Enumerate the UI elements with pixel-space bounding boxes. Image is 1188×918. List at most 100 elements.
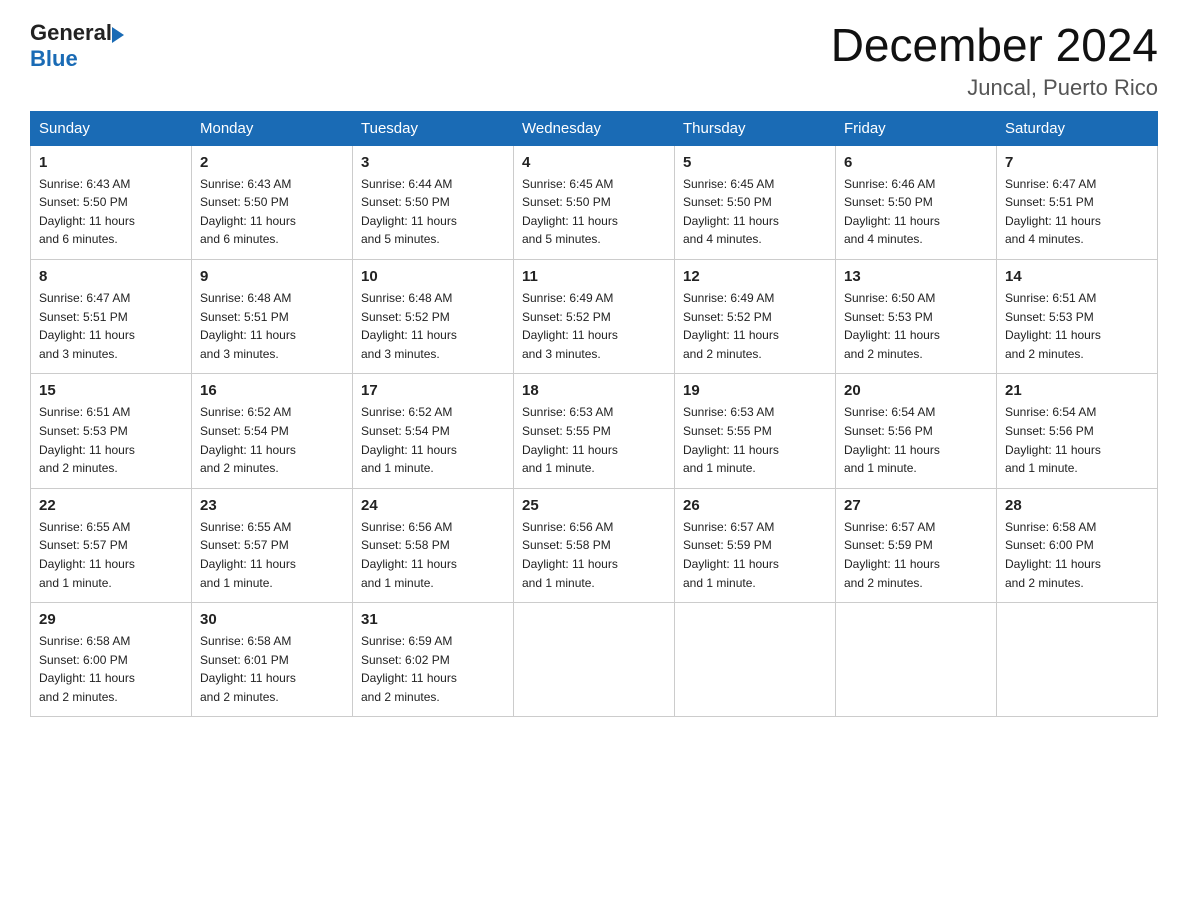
header-cell-sunday: Sunday <box>31 111 192 145</box>
day-info: Sunrise: 6:55 AM Sunset: 5:57 PM Dayligh… <box>200 518 344 592</box>
day-info: Sunrise: 6:54 AM Sunset: 5:56 PM Dayligh… <box>844 403 988 477</box>
day-cell: 19 Sunrise: 6:53 AM Sunset: 5:55 PM Dayl… <box>675 374 836 488</box>
day-number: 23 <box>200 497 344 514</box>
day-info: Sunrise: 6:57 AM Sunset: 5:59 PM Dayligh… <box>844 518 988 592</box>
day-cell: 24 Sunrise: 6:56 AM Sunset: 5:58 PM Dayl… <box>353 488 514 602</box>
month-title: December 2024 <box>831 20 1158 71</box>
calendar-table: SundayMondayTuesdayWednesdayThursdayFrid… <box>30 111 1158 718</box>
day-info: Sunrise: 6:43 AM Sunset: 5:50 PM Dayligh… <box>39 175 183 249</box>
day-number: 8 <box>39 268 183 285</box>
day-number: 28 <box>1005 497 1149 514</box>
header-row: SundayMondayTuesdayWednesdayThursdayFrid… <box>31 111 1158 145</box>
day-number: 18 <box>522 382 666 399</box>
logo: General Blue <box>30 20 124 72</box>
day-number: 7 <box>1005 154 1149 171</box>
day-cell <box>997 603 1158 717</box>
day-info: Sunrise: 6:43 AM Sunset: 5:50 PM Dayligh… <box>200 175 344 249</box>
day-info: Sunrise: 6:51 AM Sunset: 5:53 PM Dayligh… <box>39 403 183 477</box>
day-number: 26 <box>683 497 827 514</box>
day-cell: 6 Sunrise: 6:46 AM Sunset: 5:50 PM Dayli… <box>836 145 997 259</box>
day-cell: 12 Sunrise: 6:49 AM Sunset: 5:52 PM Dayl… <box>675 259 836 373</box>
page-header: General Blue December 2024 Juncal, Puert… <box>30 20 1158 101</box>
day-cell: 28 Sunrise: 6:58 AM Sunset: 6:00 PM Dayl… <box>997 488 1158 602</box>
day-cell: 14 Sunrise: 6:51 AM Sunset: 5:53 PM Dayl… <box>997 259 1158 373</box>
day-number: 22 <box>39 497 183 514</box>
day-number: 19 <box>683 382 827 399</box>
day-cell: 30 Sunrise: 6:58 AM Sunset: 6:01 PM Dayl… <box>192 603 353 717</box>
day-number: 16 <box>200 382 344 399</box>
day-cell: 22 Sunrise: 6:55 AM Sunset: 5:57 PM Dayl… <box>31 488 192 602</box>
day-cell: 3 Sunrise: 6:44 AM Sunset: 5:50 PM Dayli… <box>353 145 514 259</box>
day-info: Sunrise: 6:51 AM Sunset: 5:53 PM Dayligh… <box>1005 289 1149 363</box>
logo-text-blue: Blue <box>30 46 78 72</box>
day-cell <box>675 603 836 717</box>
day-cell: 20 Sunrise: 6:54 AM Sunset: 5:56 PM Dayl… <box>836 374 997 488</box>
day-cell: 15 Sunrise: 6:51 AM Sunset: 5:53 PM Dayl… <box>31 374 192 488</box>
day-cell: 10 Sunrise: 6:48 AM Sunset: 5:52 PM Dayl… <box>353 259 514 373</box>
day-number: 30 <box>200 611 344 628</box>
day-number: 14 <box>1005 268 1149 285</box>
day-cell: 23 Sunrise: 6:55 AM Sunset: 5:57 PM Dayl… <box>192 488 353 602</box>
day-number: 25 <box>522 497 666 514</box>
day-cell: 9 Sunrise: 6:48 AM Sunset: 5:51 PM Dayli… <box>192 259 353 373</box>
day-info: Sunrise: 6:55 AM Sunset: 5:57 PM Dayligh… <box>39 518 183 592</box>
day-number: 13 <box>844 268 988 285</box>
day-cell: 29 Sunrise: 6:58 AM Sunset: 6:00 PM Dayl… <box>31 603 192 717</box>
day-cell: 16 Sunrise: 6:52 AM Sunset: 5:54 PM Dayl… <box>192 374 353 488</box>
day-cell: 7 Sunrise: 6:47 AM Sunset: 5:51 PM Dayli… <box>997 145 1158 259</box>
week-row-5: 29 Sunrise: 6:58 AM Sunset: 6:00 PM Dayl… <box>31 603 1158 717</box>
week-row-3: 15 Sunrise: 6:51 AM Sunset: 5:53 PM Dayl… <box>31 374 1158 488</box>
day-number: 15 <box>39 382 183 399</box>
day-info: Sunrise: 6:56 AM Sunset: 5:58 PM Dayligh… <box>361 518 505 592</box>
logo-text-general: General <box>30 20 112 46</box>
day-number: 5 <box>683 154 827 171</box>
day-info: Sunrise: 6:47 AM Sunset: 5:51 PM Dayligh… <box>1005 175 1149 249</box>
day-cell: 31 Sunrise: 6:59 AM Sunset: 6:02 PM Dayl… <box>353 603 514 717</box>
day-cell: 11 Sunrise: 6:49 AM Sunset: 5:52 PM Dayl… <box>514 259 675 373</box>
day-number: 6 <box>844 154 988 171</box>
day-info: Sunrise: 6:58 AM Sunset: 6:01 PM Dayligh… <box>200 632 344 706</box>
day-info: Sunrise: 6:59 AM Sunset: 6:02 PM Dayligh… <box>361 632 505 706</box>
title-section: December 2024 Juncal, Puerto Rico <box>831 20 1158 101</box>
day-info: Sunrise: 6:48 AM Sunset: 5:52 PM Dayligh… <box>361 289 505 363</box>
day-number: 3 <box>361 154 505 171</box>
day-number: 17 <box>361 382 505 399</box>
day-info: Sunrise: 6:48 AM Sunset: 5:51 PM Dayligh… <box>200 289 344 363</box>
day-cell: 21 Sunrise: 6:54 AM Sunset: 5:56 PM Dayl… <box>997 374 1158 488</box>
day-cell: 27 Sunrise: 6:57 AM Sunset: 5:59 PM Dayl… <box>836 488 997 602</box>
day-info: Sunrise: 6:53 AM Sunset: 5:55 PM Dayligh… <box>683 403 827 477</box>
week-row-4: 22 Sunrise: 6:55 AM Sunset: 5:57 PM Dayl… <box>31 488 1158 602</box>
day-number: 20 <box>844 382 988 399</box>
header-cell-monday: Monday <box>192 111 353 145</box>
day-info: Sunrise: 6:58 AM Sunset: 6:00 PM Dayligh… <box>1005 518 1149 592</box>
day-number: 11 <box>522 268 666 285</box>
day-number: 31 <box>361 611 505 628</box>
header-cell-tuesday: Tuesday <box>353 111 514 145</box>
day-cell: 13 Sunrise: 6:50 AM Sunset: 5:53 PM Dayl… <box>836 259 997 373</box>
day-number: 10 <box>361 268 505 285</box>
day-number: 12 <box>683 268 827 285</box>
day-cell: 5 Sunrise: 6:45 AM Sunset: 5:50 PM Dayli… <box>675 145 836 259</box>
day-cell: 18 Sunrise: 6:53 AM Sunset: 5:55 PM Dayl… <box>514 374 675 488</box>
header-cell-wednesday: Wednesday <box>514 111 675 145</box>
header-cell-friday: Friday <box>836 111 997 145</box>
day-info: Sunrise: 6:45 AM Sunset: 5:50 PM Dayligh… <box>522 175 666 249</box>
day-cell: 2 Sunrise: 6:43 AM Sunset: 5:50 PM Dayli… <box>192 145 353 259</box>
day-number: 2 <box>200 154 344 171</box>
day-info: Sunrise: 6:49 AM Sunset: 5:52 PM Dayligh… <box>522 289 666 363</box>
day-number: 9 <box>200 268 344 285</box>
week-row-2: 8 Sunrise: 6:47 AM Sunset: 5:51 PM Dayli… <box>31 259 1158 373</box>
day-info: Sunrise: 6:52 AM Sunset: 5:54 PM Dayligh… <box>361 403 505 477</box>
day-cell: 17 Sunrise: 6:52 AM Sunset: 5:54 PM Dayl… <box>353 374 514 488</box>
day-cell <box>836 603 997 717</box>
day-info: Sunrise: 6:56 AM Sunset: 5:58 PM Dayligh… <box>522 518 666 592</box>
header-cell-thursday: Thursday <box>675 111 836 145</box>
day-info: Sunrise: 6:47 AM Sunset: 5:51 PM Dayligh… <box>39 289 183 363</box>
day-cell: 1 Sunrise: 6:43 AM Sunset: 5:50 PM Dayli… <box>31 145 192 259</box>
day-number: 24 <box>361 497 505 514</box>
location-title: Juncal, Puerto Rico <box>831 75 1158 101</box>
day-cell: 4 Sunrise: 6:45 AM Sunset: 5:50 PM Dayli… <box>514 145 675 259</box>
day-cell: 26 Sunrise: 6:57 AM Sunset: 5:59 PM Dayl… <box>675 488 836 602</box>
day-info: Sunrise: 6:50 AM Sunset: 5:53 PM Dayligh… <box>844 289 988 363</box>
logo-arrow-icon <box>112 27 124 43</box>
